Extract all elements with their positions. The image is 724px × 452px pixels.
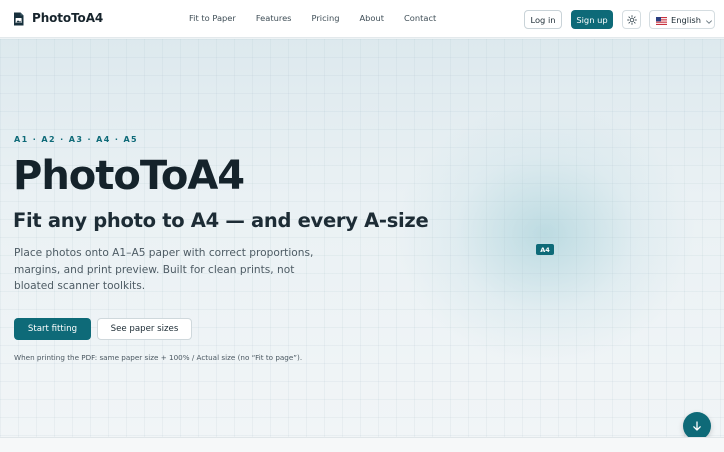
hero-subtitle: Fit any photo to A4 — and every A-size — [13, 209, 429, 232]
nav-item-contact[interactable]: Contact — [404, 13, 436, 23]
us-flag-icon — [656, 10, 667, 29]
brand-name: PhotoToA4 — [32, 11, 104, 25]
main-nav: Fit to Paper Features Pricing About Cont… — [189, 13, 436, 23]
brand-logo-link[interactable]: PhotoToA4 — [13, 11, 104, 26]
signup-button[interactable]: Sign up — [571, 10, 613, 29]
language-select[interactable]: English — [649, 10, 715, 29]
next-section-edge — [0, 437, 724, 452]
hero-description: Place photos onto A1–A5 paper with corre… — [14, 247, 314, 292]
language-label: English — [671, 14, 701, 25]
see-paper-sizes-button[interactable]: See paper sizes — [97, 318, 192, 340]
document-image-icon — [13, 11, 24, 26]
paper-sizes-kicker: A1 · A2 · A3 · A4 · A5 — [14, 135, 139, 144]
sun-icon — [626, 10, 637, 29]
start-fitting-button[interactable]: Start fitting — [14, 318, 91, 340]
hero-section: A1 · A2 · A3 · A4 · A5 PhotoToA4 Fit any… — [0, 39, 724, 437]
nav-item-about[interactable]: About — [359, 13, 384, 23]
chevron-down-icon — [705, 10, 713, 29]
top-navbar: PhotoToA4 Fit to Paper Features Pricing … — [0, 0, 724, 38]
paper-size-tag: A4 — [536, 244, 554, 255]
nav-item-pricing[interactable]: Pricing — [312, 13, 340, 23]
print-note: When printing the PDF: same paper size +… — [14, 353, 303, 362]
login-button[interactable]: Log in — [524, 10, 562, 29]
theme-toggle-button[interactable] — [622, 10, 641, 29]
arrow-down-icon — [691, 417, 703, 436]
background-grid — [0, 39, 724, 437]
nav-item-features[interactable]: Features — [256, 13, 292, 23]
nav-item-fit-to-paper[interactable]: Fit to Paper — [189, 13, 236, 23]
hero-title: PhotoToA4 — [13, 153, 245, 199]
scroll-down-button[interactable] — [683, 412, 711, 437]
